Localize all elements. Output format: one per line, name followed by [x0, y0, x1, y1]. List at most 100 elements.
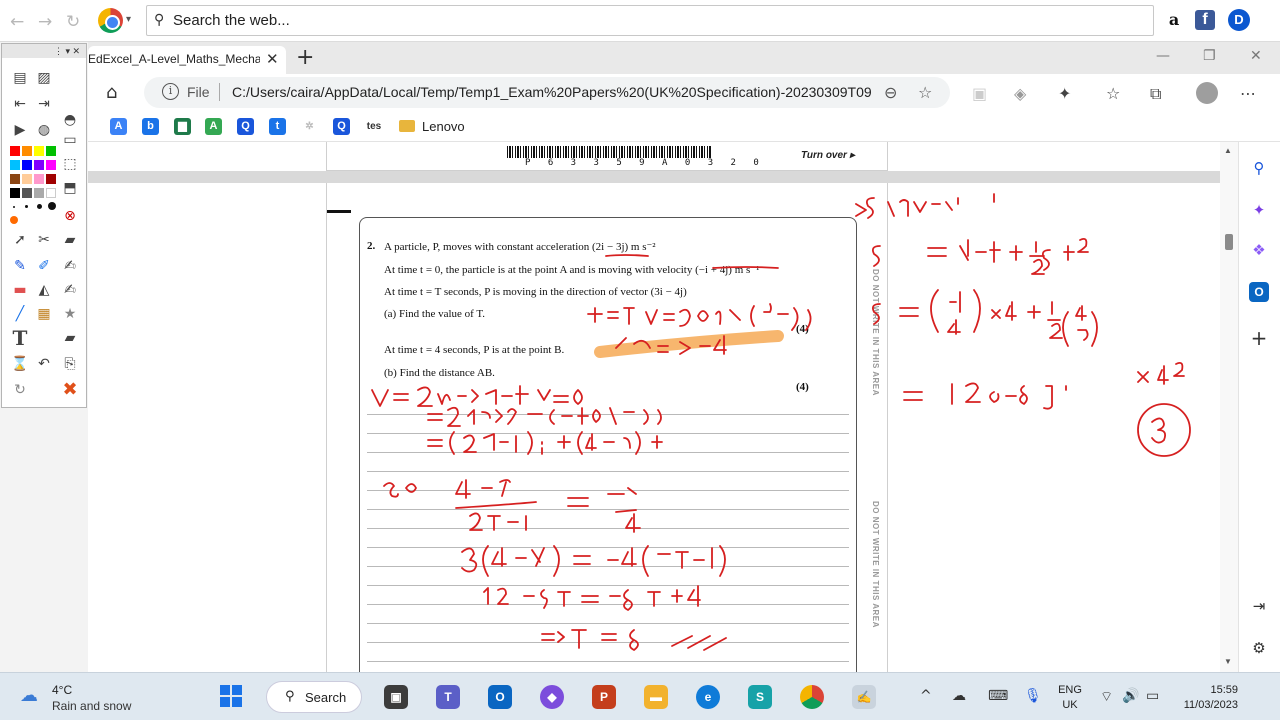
color-swatch[interactable]: [10, 146, 20, 156]
play-icon[interactable]: ▶: [10, 120, 30, 140]
search-icon[interactable]: ⚲: [1249, 158, 1269, 178]
chrome-taskbar-icon[interactable]: [800, 685, 824, 709]
battery-icon[interactable]: ▭: [1146, 688, 1159, 704]
color-swatch[interactable]: [34, 160, 44, 170]
restore-icon[interactable]: ❐: [1203, 48, 1216, 64]
color-swatch[interactable]: [22, 188, 32, 198]
annotation-app-icon[interactable]: ✍: [852, 685, 876, 709]
scroll-thumb[interactable]: [1225, 234, 1233, 250]
color-swatch[interactable]: [22, 146, 32, 156]
pdf-viewer[interactable]: P 6 3 3 5 9 A 0 3 2 0 Turn over ▸ 2. A p…: [88, 142, 1220, 677]
task-view-icon[interactable]: ▣: [384, 685, 408, 709]
outlook-icon[interactable]: O: [1249, 282, 1269, 302]
copilot-icon[interactable]: ✦: [1249, 200, 1269, 220]
color-swatch[interactable]: [10, 174, 20, 184]
color-swatch[interactable]: [10, 188, 20, 198]
chrome-logo-icon[interactable]: [98, 8, 123, 33]
back-arrow-icon[interactable]: ←: [10, 12, 24, 32]
eraser-icon[interactable]: ▬: [10, 280, 30, 300]
address-bar[interactable]: i File C:/Users/caira/AppData/Local/Temp…: [144, 77, 950, 108]
collections-icon[interactable]: ⧉: [1150, 84, 1161, 104]
color-swatch[interactable]: [22, 160, 32, 170]
chevron-up-icon[interactable]: ^: [920, 688, 932, 704]
favorite-icon-4[interactable]: A: [205, 118, 222, 135]
color-swatch[interactable]: [46, 188, 56, 198]
fill-icon[interactable]: ◭: [34, 280, 54, 300]
language-indicator[interactable]: ENG UK: [1058, 683, 1082, 713]
start-button[interactable]: [220, 685, 242, 707]
web-search-input[interactable]: ⚲ Search the web...: [146, 5, 1154, 36]
select-area-icon[interactable]: ⬚: [60, 154, 80, 174]
timer-icon[interactable]: ⌛: [10, 354, 30, 374]
close-tab-icon[interactable]: ✕: [266, 50, 279, 68]
board-icon[interactable]: ▭: [60, 130, 80, 150]
color-swatch[interactable]: [34, 188, 44, 198]
facebook-icon[interactable]: f: [1195, 10, 1215, 30]
home-icon[interactable]: ⌂: [106, 82, 117, 103]
copilot-taskbar-icon[interactable]: ◆: [540, 685, 564, 709]
exit-icon[interactable]: ✖: [60, 380, 80, 400]
microphone-icon[interactable]: 🎙: [1024, 688, 1042, 704]
keyboard-icon[interactable]: ⌨: [988, 688, 1008, 704]
taskbar-search[interactable]: ⚲ Search: [266, 681, 362, 713]
color-swatch[interactable]: [34, 174, 44, 184]
outlook-taskbar-icon[interactable]: O: [488, 685, 512, 709]
favorite-icon-5[interactable]: Q: [237, 118, 254, 135]
favorite-icon-6[interactable]: t: [269, 118, 286, 135]
favorite-icon-3[interactable]: ▆: [174, 118, 191, 135]
pen-icon[interactable]: ✎: [10, 256, 30, 276]
whiteboard-icon[interactable]: ◓: [60, 110, 80, 130]
export-icon[interactable]: ⎘: [60, 354, 80, 374]
edge-icon[interactable]: e: [696, 685, 720, 709]
stop-icon[interactable]: ⊗: [60, 206, 80, 226]
favorite-icon-7[interactable]: ✲: [301, 118, 318, 135]
amazon-icon[interactable]: a: [1164, 10, 1184, 30]
toolbox-header[interactable]: ⋮ ▾ ✕: [2, 44, 86, 58]
favorite-icon-8[interactable]: Q: [333, 118, 350, 135]
favorite-icon-1[interactable]: A: [110, 118, 127, 135]
cursor-icon[interactable]: ➚: [10, 230, 30, 250]
more-menu-icon[interactable]: ⋯: [1240, 84, 1256, 103]
tools-sidebar-icon[interactable]: ❖: [1249, 240, 1269, 260]
volume-icon[interactable]: 🔊: [1122, 688, 1139, 704]
screen-icon[interactable]: ▤: [10, 68, 30, 88]
extensions-icon[interactable]: ✦: [1058, 84, 1071, 103]
address-url[interactable]: C:/Users/caira/AppData/Local/Temp/Temp1_…: [232, 84, 872, 100]
text-icon[interactable]: T: [10, 328, 30, 348]
pen-size-dot[interactable]: [25, 205, 28, 208]
vertical-scrollbar[interactable]: ▲ ▼: [1220, 142, 1238, 672]
pen-size-dot[interactable]: [48, 202, 56, 210]
redo-icon[interactable]: ↻: [10, 380, 30, 400]
chevron-down-icon[interactable]: ▾: [126, 14, 131, 25]
weather-condition[interactable]: Rain and snow: [52, 699, 131, 713]
file-explorer-icon[interactable]: ▬: [644, 685, 668, 709]
screenshot-icon[interactable]: ▨: [34, 68, 54, 88]
favorite-icon-2[interactable]: b: [142, 118, 159, 135]
color-swatch[interactable]: [34, 146, 44, 156]
redo-page-icon[interactable]: ⇥: [34, 94, 54, 114]
favorite-icon-9[interactable]: tes: [364, 118, 384, 135]
gear-icon[interactable]: ⚙: [1249, 638, 1269, 658]
folder-icon[interactable]: [399, 120, 415, 132]
line-icon[interactable]: ╱: [10, 304, 30, 324]
pen-size-dot[interactable]: [37, 204, 42, 209]
color-swatch[interactable]: [46, 146, 56, 156]
color-swatch[interactable]: [46, 174, 56, 184]
tools-icon[interactable]: ✂: [34, 230, 54, 250]
system-clock[interactable]: 15:59 11/03/2023: [1176, 683, 1238, 713]
stamp-icon[interactable]: ✍: [60, 280, 80, 300]
color-swatch[interactable]: [46, 160, 56, 170]
undo-page-icon[interactable]: ⇤: [10, 94, 30, 114]
profile-d-icon[interactable]: D: [1228, 9, 1250, 31]
new-tab-icon[interactable]: +: [296, 45, 314, 70]
add-favorite-icon[interactable]: ☆: [918, 83, 932, 102]
onedrive-icon[interactable]: ☁: [952, 688, 966, 704]
notes-icon[interactable]: ✍: [60, 256, 80, 276]
hide-sidebar-icon[interactable]: ⇥: [1249, 596, 1269, 616]
pen-size-dot[interactable]: [13, 206, 15, 208]
scroll-up-icon[interactable]: ▲: [1224, 146, 1232, 155]
shapes-icon[interactable]: ▦: [34, 304, 54, 324]
capture-icon[interactable]: ⬒: [60, 178, 80, 198]
app-icon[interactable]: ◈: [1014, 84, 1026, 103]
disk-icon[interactable]: ▰: [60, 328, 80, 348]
